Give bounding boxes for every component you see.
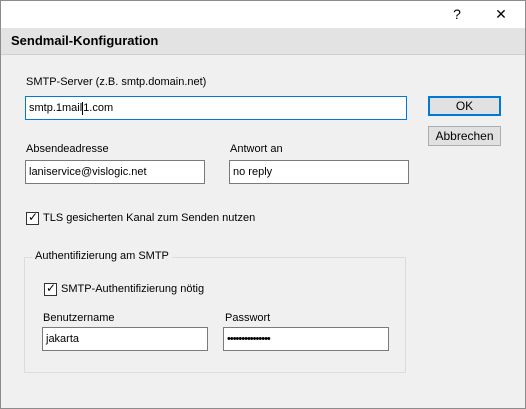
auth-group-legend: Authentifizierung am SMTP [32,250,172,262]
sendmail-dialog: ? ✕ Sendmail-Konfiguration SMTP-Server (… [0,0,526,409]
ok-button[interactable]: OK [428,96,501,116]
auth-required-label[interactable]: SMTP-Authentifizierung nötig [61,283,204,295]
sender-address-input[interactable]: laniservice@vislogic.net [25,160,205,184]
reply-to-input[interactable]: no reply [229,160,409,184]
dialog-title: Sendmail-Konfiguration [11,33,159,48]
tls-label[interactable]: TLS gesicherten Kanal zum Senden nutzen [43,212,255,224]
smtp-server-label: SMTP-Server (z.B. smtp.domain.net) [26,76,207,88]
reply-to-label: Antwort an [230,143,283,155]
smtp-server-input[interactable]: smtp.1mail1.com [25,96,407,120]
cancel-button[interactable]: Abbrechen [428,126,501,146]
help-icon: ? [453,6,461,22]
smtp-server-value-end: 1.com [83,102,114,114]
tls-checkbox[interactable]: ✓ [26,210,39,225]
checkmark-icon: ✓ [28,210,39,224]
smtp-server-value-start: smtp.1mail [29,102,83,114]
title-bar: ? ✕ [1,1,525,28]
close-icon: ✕ [495,6,507,22]
close-button[interactable]: ✕ [481,1,521,28]
help-button[interactable]: ? [437,1,477,28]
password-label: Passwort [225,312,271,324]
password-input[interactable]: ••••••••••••••• [223,327,389,351]
checkmark-icon: ✓ [46,281,57,295]
username-input[interactable]: jakarta [42,327,208,351]
auth-required-checkbox[interactable]: ✓ [44,281,57,296]
dialog-header: Sendmail-Konfiguration [1,28,525,55]
username-label: Benutzername [43,312,115,324]
sender-address-label: Absendeadresse [26,143,109,155]
